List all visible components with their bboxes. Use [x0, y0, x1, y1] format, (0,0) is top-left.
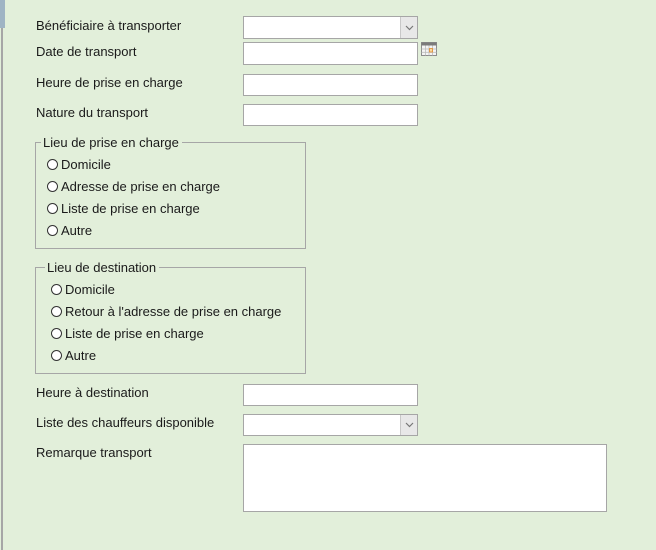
radio-button[interactable] — [51, 284, 62, 295]
option-label: Autre — [65, 348, 97, 363]
option-label: Liste de prise en charge — [61, 201, 200, 216]
chauffeurs-combobox[interactable] — [243, 414, 418, 436]
calendar-icon[interactable] — [421, 42, 437, 56]
radio-button[interactable] — [47, 181, 58, 192]
beneficiaire-combobox[interactable] — [243, 16, 418, 39]
lieu-prise-option-autre[interactable]: Autre — [47, 223, 92, 238]
option-label: Adresse de prise en charge — [61, 179, 220, 194]
heure-prise-input[interactable] — [243, 74, 418, 96]
date-transport-label: Date de transport — [36, 44, 137, 59]
option-label: Domicile — [65, 282, 115, 297]
form-left-border — [1, 28, 3, 550]
heure-prise-label: Heure de prise en charge — [36, 75, 183, 90]
chauffeurs-label: Liste des chauffeurs disponible — [36, 415, 215, 430]
lieu-prise-group: Lieu de prise en charge Domicile Adresse… — [35, 135, 306, 249]
lieu-destination-option-autre[interactable]: Autre — [51, 348, 96, 363]
heure-destination-label: Heure à destination — [36, 385, 149, 400]
radio-button[interactable] — [51, 350, 62, 361]
chauffeurs-dropdown-button[interactable] — [400, 415, 417, 435]
date-transport-input[interactable] — [243, 42, 418, 65]
lieu-destination-option-domicile[interactable]: Domicile — [51, 282, 115, 297]
beneficiaire-dropdown-button[interactable] — [400, 17, 417, 38]
option-label: Retour à l'adresse de prise en charge — [65, 304, 282, 319]
nature-transport-input[interactable] — [243, 104, 418, 126]
lieu-destination-option-liste[interactable]: Liste de prise en charge — [51, 326, 204, 341]
heure-destination-input[interactable] — [243, 384, 418, 406]
chevron-down-icon — [405, 25, 413, 30]
radio-button[interactable] — [51, 306, 62, 317]
chevron-down-icon — [405, 422, 413, 428]
option-label: Liste de prise en charge — [65, 326, 204, 341]
radio-button[interactable] — [51, 328, 62, 339]
radio-button[interactable] — [47, 203, 58, 214]
remarque-label: Remarque transport — [36, 445, 152, 460]
remarque-textarea[interactable] — [243, 444, 607, 512]
lieu-destination-legend: Lieu de destination — [45, 260, 160, 275]
beneficiaire-label: Bénéficiaire à transporter — [36, 18, 182, 33]
radio-button[interactable] — [47, 159, 58, 170]
lieu-destination-option-retour[interactable]: Retour à l'adresse de prise en charge — [51, 304, 281, 319]
nature-transport-label: Nature du transport — [36, 105, 149, 120]
radio-button[interactable] — [47, 225, 58, 236]
option-label: Domicile — [61, 157, 111, 172]
lieu-prise-option-domicile[interactable]: Domicile — [47, 157, 111, 172]
lieu-prise-option-liste[interactable]: Liste de prise en charge — [47, 201, 200, 216]
option-label: Autre — [61, 223, 93, 238]
lieu-prise-option-adresse[interactable]: Adresse de prise en charge — [47, 179, 220, 194]
lieu-destination-group: Lieu de destination Domicile Retour à l'… — [35, 260, 306, 374]
window-corner — [0, 0, 5, 28]
lieu-prise-legend: Lieu de prise en charge — [41, 135, 182, 150]
